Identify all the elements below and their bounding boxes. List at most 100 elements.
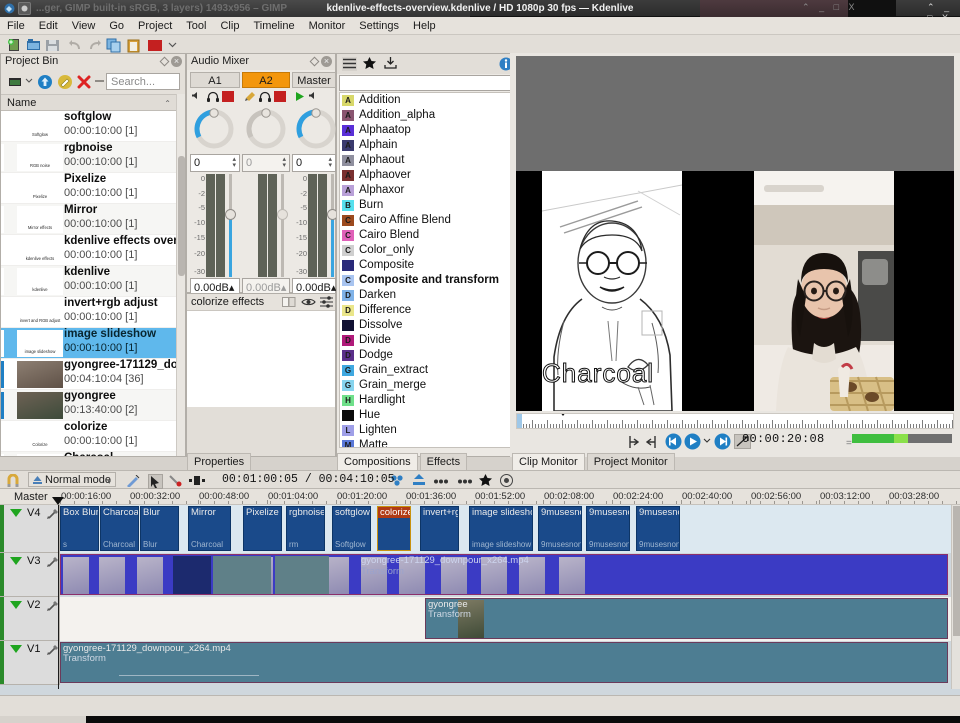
- timeline-clip[interactable]: colorize: [377, 506, 411, 551]
- composition-list-item[interactable]: A Alphaxor: [340, 183, 515, 198]
- record-icon[interactable]: [500, 474, 513, 487]
- composition-list-item[interactable]: C Cairo Affine Blend: [340, 213, 515, 228]
- menu-item-view[interactable]: View: [65, 17, 103, 34]
- track-body-v4[interactable]: Box Blur s Charcoal Charcoal Blur Blur Mirror C…: [60, 505, 960, 553]
- mixer-value-input-a1[interactable]: 0 ▴ ▾: [190, 154, 240, 172]
- filter-icon[interactable]: [95, 79, 104, 83]
- timeline-clip[interactable]: Charcoal Charcoal: [100, 506, 139, 551]
- mixer-value-input-master[interactable]: 0 ▴ ▾: [292, 154, 336, 172]
- bin-column-header[interactable]: Name ⌃: [1, 94, 185, 111]
- chevron-down-icon[interactable]: [703, 438, 711, 443]
- timeline-clip[interactable]: image slideshow image slideshow: [469, 506, 533, 551]
- forward-icon[interactable]: [714, 433, 731, 450]
- timeline-track-v3[interactable]: V3 gyongree-171129_downpour_x264.mp4 Trans…: [0, 553, 960, 597]
- composition-list-item[interactable]: H Hardlight: [340, 393, 515, 408]
- audio-icon[interactable]: [309, 91, 318, 100]
- paste-icon[interactable]: [126, 38, 141, 53]
- timeline-playhead-marker[interactable]: [52, 497, 64, 505]
- track-expand-icon[interactable]: [10, 601, 22, 609]
- spinner-arrows-icon[interactable]: ▴▾: [282, 156, 286, 169]
- timeline-edit-mode-select[interactable]: Normal mode ▾: [28, 472, 116, 487]
- chevron-down-icon[interactable]: ▾: [107, 478, 111, 486]
- composition-list-item[interactable]: A Alphaout: [340, 153, 515, 168]
- timeline-clip[interactable]: gyongree-171129_downpour_x264.mp4 Transfo…: [60, 554, 948, 595]
- track-header-v4[interactable]: V4: [0, 505, 60, 553]
- timeline-clip[interactable]: rgbnoise rm: [286, 506, 325, 551]
- menu-item-settings[interactable]: Settings: [352, 17, 406, 34]
- bin-item[interactable]: image slideshow image slideshow 00:00:10:0…: [1, 328, 176, 359]
- add-clip-icon[interactable]: [8, 75, 23, 88]
- edit-mode-icon[interactable]: [126, 475, 140, 487]
- tool-spacer-icon[interactable]: [189, 476, 205, 485]
- render-icon[interactable]: [147, 38, 164, 53]
- composition-list-item[interactable]: A Addition: [340, 93, 515, 108]
- menu-item-go[interactable]: Go: [102, 17, 131, 34]
- composition-list-item[interactable]: C Composite: [340, 258, 515, 273]
- bin-item[interactable]: RGB noise rgbnoise 00:00:10:00 [1]: [1, 142, 176, 173]
- composition-list-item[interactable]: C Color_only: [340, 243, 515, 258]
- mixer-tab-master[interactable]: Master: [292, 72, 336, 88]
- download-icon[interactable]: [384, 57, 397, 69]
- bin-item[interactable]: kdenlive effects kdenlive effects over 00:…: [1, 235, 176, 266]
- undo-icon[interactable]: [68, 38, 83, 53]
- timeline-clip[interactable]: 9musesnon 9musesnon: [586, 506, 630, 551]
- edit-clip-icon[interactable]: [57, 74, 73, 90]
- menu-item-file[interactable]: File: [0, 17, 32, 34]
- composition-list-item[interactable]: G Grain_extract: [340, 363, 515, 378]
- headphone-icon[interactable]: [259, 91, 271, 102]
- composition-list-item[interactable]: M Matte: [340, 438, 515, 447]
- timeline-timecode[interactable]: 00:01:00:05 / 00:04:10:05: [222, 473, 395, 486]
- track-header-v1[interactable]: V1: [0, 641, 60, 685]
- composition-list-item[interactable]: A Alphaover: [340, 168, 515, 183]
- timeline-clip[interactable]: invert+rgb: [420, 506, 459, 551]
- mic-icon[interactable]: [244, 91, 256, 102]
- copy-icon[interactable]: [106, 38, 121, 53]
- close-icon[interactable]: ×: [321, 56, 332, 67]
- composition-list-item[interactable]: D Difference: [340, 303, 515, 318]
- background-window-controls[interactable]: ⌃ _ □ X: [795, 2, 855, 13]
- spinner-arrows-icon[interactable]: ▴▾: [232, 156, 236, 169]
- spinner-arrows-icon[interactable]: ▴▾: [328, 156, 332, 169]
- timeline-track-v2[interactable]: V2 gyongree Transform: [0, 597, 960, 641]
- timeline-tracks[interactable]: V4 Box Blur s Charcoal Charcoal Blur Blur Mirro…: [0, 505, 960, 695]
- monitor-zone-start[interactable]: [517, 414, 522, 428]
- tool-razor-icon[interactable]: [168, 475, 182, 487]
- timeline-track-v4[interactable]: V4 Box Blur s Charcoal Charcoal Blur Blur Mirro…: [0, 505, 960, 553]
- mixer-fader-track[interactable]: [281, 174, 284, 277]
- bin-item[interactable]: CharcoalCharcoal00:00:10:00 [1]: [1, 452, 176, 456]
- play-icon[interactable]: [294, 91, 306, 102]
- bg-restore-button[interactable]: ⌃: [802, 2, 810, 12]
- minimize-button[interactable]: _: [944, 2, 949, 12]
- track-header-v2[interactable]: V2: [0, 597, 60, 641]
- timeline-playhead[interactable]: [58, 505, 59, 689]
- tab-project-monitor[interactable]: Project Monitor: [586, 453, 675, 470]
- timeline-clip[interactable]: Pixelize: [243, 506, 282, 551]
- open-project-icon[interactable]: [26, 38, 41, 53]
- delete-clip-icon[interactable]: [77, 75, 91, 89]
- composition-list-item[interactable]: L Lighten: [340, 423, 515, 438]
- composition-list-item[interactable]: G Grain_merge: [340, 378, 515, 393]
- monitor-video-area[interactable]: Charcoal: [516, 56, 954, 411]
- track-body-v1[interactable]: gyongree-171129_downpour_x264.mp4 Transfo…: [60, 641, 960, 685]
- tool-select-icon[interactable]: [148, 474, 163, 489]
- composition-list-item[interactable]: D Dodge: [340, 348, 515, 363]
- insert-icon[interactable]: [412, 474, 426, 487]
- bg-close-button[interactable]: X: [849, 2, 855, 12]
- menu-item-project[interactable]: Project: [131, 17, 179, 34]
- mixer-pan-knob-a1[interactable]: [191, 106, 237, 152]
- composition-list-item[interactable]: A Alphain: [340, 138, 515, 153]
- float-dock-icon[interactable]: [309, 56, 320, 67]
- close-icon[interactable]: ×: [171, 56, 182, 67]
- menu-item-clip[interactable]: Clip: [213, 17, 246, 34]
- float-dock-icon[interactable]: [159, 56, 170, 67]
- timeline-clip[interactable]: Blur Blur: [140, 506, 179, 551]
- favorites-star-icon[interactable]: [363, 57, 376, 69]
- chevron-down-icon[interactable]: [25, 78, 33, 83]
- effects-search-input[interactable]: [339, 75, 516, 91]
- monitor-timecode[interactable]: 00:00:20:08: [742, 432, 825, 446]
- timeline-vertical-scrollbar[interactable]: [951, 505, 960, 689]
- monitor-ruler[interactable]: [516, 413, 954, 429]
- search-input[interactable]: Search...: [106, 73, 180, 90]
- new-project-icon[interactable]: [7, 38, 22, 53]
- timeline-clip[interactable]: gyongree Transform: [425, 598, 948, 639]
